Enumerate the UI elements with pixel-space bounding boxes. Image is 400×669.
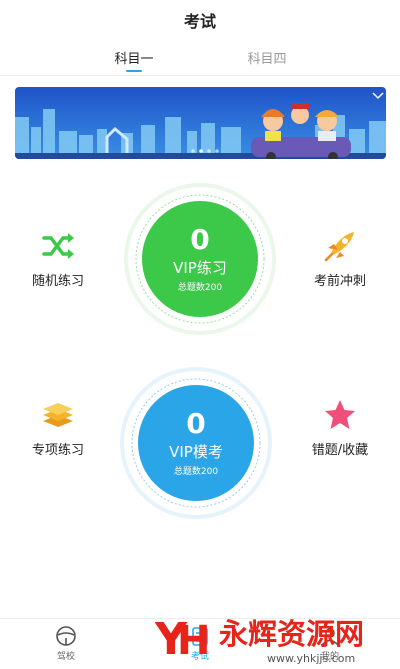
subject-tabs: 科目一 科目四 (0, 40, 400, 76)
vip-mock-exam-total: 总题数200 (173, 467, 219, 477)
watermark-text: 永辉资源网 (219, 617, 364, 651)
nav-driving-school[interactable]: 驾校 (36, 625, 96, 662)
vip-mock-exam-count: 0 (186, 407, 206, 440)
special-practice-label: 专项练习 (31, 443, 84, 458)
random-practice-button[interactable]: 随机练习 (13, 226, 103, 289)
site-watermark: Y H 永辉资源网 www.yhkjjs.com (154, 608, 400, 669)
watermark-url: www.yhkjjs.com (267, 652, 355, 665)
vip-practice-total: 总题数200 (177, 283, 223, 293)
rocket-icon (324, 232, 354, 262)
wrong-questions-favorites-label: 错题/收藏 (311, 443, 369, 458)
vip-practice-count: 0 (190, 223, 210, 256)
shuffle-icon (42, 233, 74, 259)
tab-subject-one[interactable]: 科目一 (94, 48, 174, 67)
nav-driving-school-label: 驾校 (56, 652, 75, 662)
pre-exam-sprint-button[interactable]: 考前冲刺 (295, 226, 385, 289)
steering-wheel-icon (56, 626, 76, 646)
active-tab-indicator (126, 70, 142, 72)
vip-practice-button[interactable]: 0 VIP练习 总题数200 (120, 179, 280, 339)
random-practice-label: 随机练习 (31, 274, 84, 289)
vip-practice-core: 0 VIP练习 总题数200 (142, 201, 258, 317)
pre-exam-sprint-label: 考前冲刺 (313, 274, 366, 289)
page-title: 考试 (183, 12, 216, 31)
stacked-books-icon (43, 403, 73, 427)
vip-mock-exam-button[interactable]: 0 VIP模考 总题数200 (116, 363, 276, 523)
watermark-logo: Y H 永辉资源网 www.yhkjjs.com (154, 614, 364, 665)
wrong-questions-favorites-button[interactable]: 错题/收藏 (295, 395, 385, 458)
vip-mock-exam-core: 0 VIP模考 总题数200 (138, 385, 254, 501)
tab-subject-four[interactable]: 科目四 (227, 48, 307, 67)
banner-illustration (15, 87, 386, 159)
top-bar: 考试 (0, 0, 400, 40)
svg-text:H: H (177, 618, 210, 664)
vip-practice-label: VIP练习 (173, 259, 227, 277)
special-practice-button[interactable]: 专项练习 (13, 395, 103, 458)
star-icon (325, 400, 355, 429)
promo-banner[interactable] (15, 87, 386, 159)
vip-mock-exam-label: VIP模考 (169, 443, 223, 461)
